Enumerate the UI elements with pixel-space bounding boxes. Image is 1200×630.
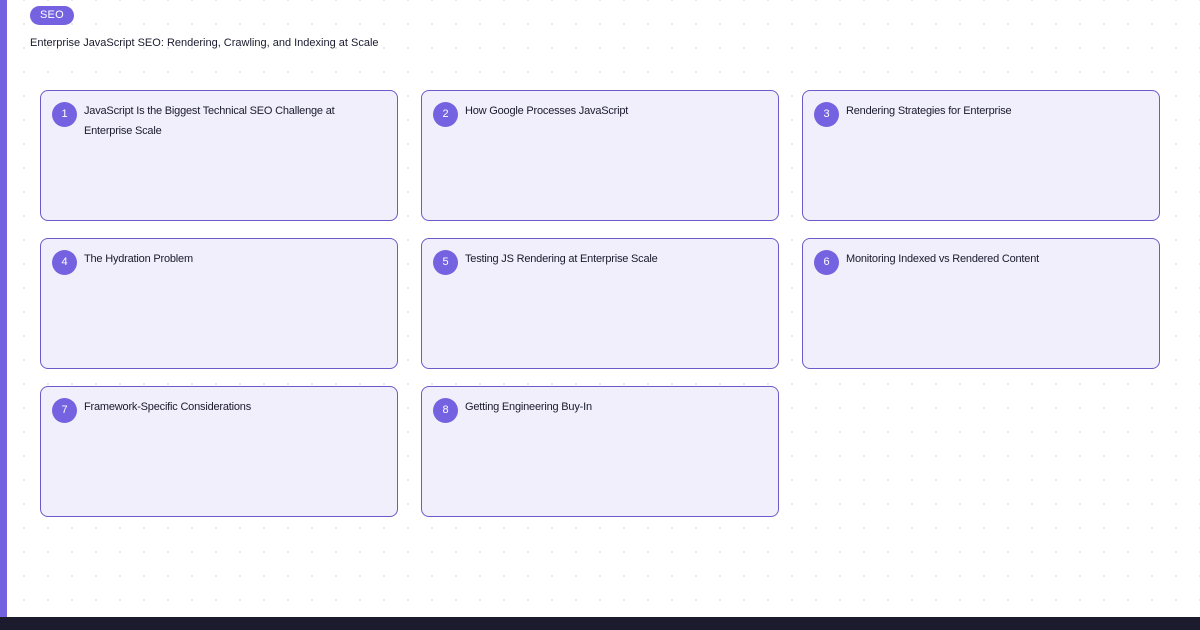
card-title: The Hydration Problem [84,253,193,265]
card-number-badge: 8 [433,398,458,423]
card-number-badge: 5 [433,250,458,275]
footer-bar [0,617,1200,630]
card-2: 2 How Google Processes JavaScript [421,90,779,221]
accent-bar [0,0,7,617]
card-5: 5 Testing JS Rendering at Enterprise Sca… [421,238,779,369]
card-number-badge: 7 [52,398,77,423]
card-title: Getting Engineering Buy-In [465,401,592,413]
card-title: How Google Processes JavaScript [465,105,629,117]
card-number-badge: 2 [433,102,458,127]
page: SEO Enterprise JavaScript SEO: Rendering… [0,0,1200,630]
card-number-badge: 6 [814,250,839,275]
card-1: 1 JavaScript Is the Biggest Technical SE… [40,90,398,221]
card-title: Framework-Specific Considerations [84,401,252,413]
card-8: 8 Getting Engineering Buy-In [421,386,779,517]
card-4: 4 The Hydration Problem [40,238,398,369]
card-3: 3 Rendering Strategies for Enterprise [802,90,1160,221]
card-number-badge: 3 [814,102,839,127]
category-tag: SEO [30,6,74,25]
card-number-badge: 1 [52,102,77,127]
card-number-badge: 4 [52,250,77,275]
card-title: Testing JS Rendering at Enterprise Scale [465,253,658,265]
card-7: 7 Framework-Specific Considerations [40,386,398,517]
card-grid: 1 JavaScript Is the Biggest Technical SE… [40,90,1160,517]
card-6: 6 Monitoring Indexed vs Rendered Content [802,238,1160,369]
card-title: JavaScript Is the Biggest Technical SEO … [84,105,335,137]
card-title: Monitoring Indexed vs Rendered Content [846,253,1039,265]
page-title: Enterprise JavaScript SEO: Rendering, Cr… [30,37,379,49]
card-title: Rendering Strategies for Enterprise [846,105,1012,117]
